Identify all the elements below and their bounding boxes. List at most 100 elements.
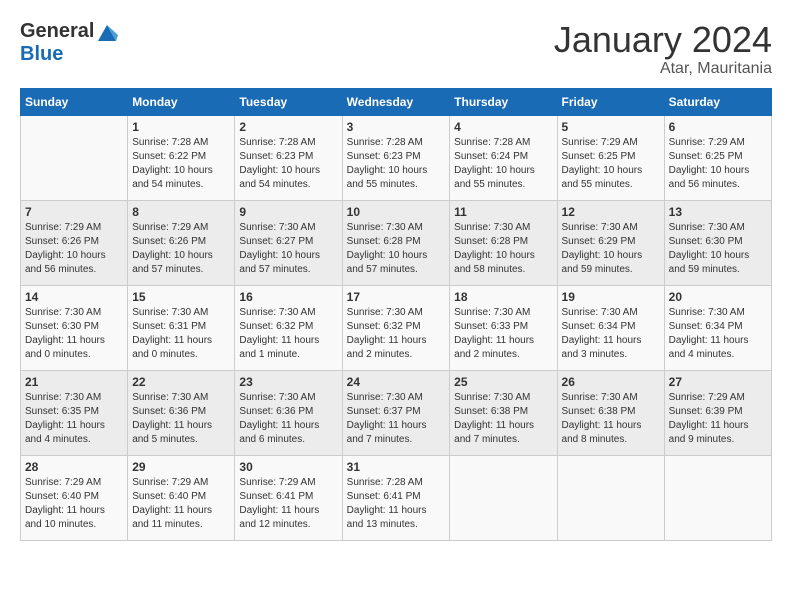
day-number: 5 — [562, 120, 660, 134]
day-number: 8 — [132, 205, 230, 219]
calendar-cell — [557, 455, 664, 540]
calendar-cell: 31 Sunrise: 7:28 AM Sunset: 6:41 PM Dayli… — [342, 455, 450, 540]
title-area: January 2024 Atar, Mauritania — [554, 20, 772, 78]
day-header-saturday: Saturday — [664, 88, 771, 115]
day-info: Sunrise: 7:30 AM Sunset: 6:29 PM Dayligh… — [562, 221, 660, 277]
day-info: Sunrise: 7:30 AM Sunset: 6:34 PM Dayligh… — [562, 306, 660, 362]
day-header-thursday: Thursday — [450, 88, 557, 115]
calendar-cell: 6 Sunrise: 7:29 AM Sunset: 6:25 PM Daylig… — [664, 115, 771, 200]
calendar-cell: 14 Sunrise: 7:30 AM Sunset: 6:30 PM Dayli… — [21, 285, 128, 370]
day-info: Sunrise: 7:30 AM Sunset: 6:30 PM Dayligh… — [25, 306, 123, 362]
calendar-cell: 15 Sunrise: 7:30 AM Sunset: 6:31 PM Dayli… — [128, 285, 235, 370]
day-info: Sunrise: 7:30 AM Sunset: 6:30 PM Dayligh… — [669, 221, 767, 277]
day-info: Sunrise: 7:30 AM Sunset: 6:34 PM Dayligh… — [669, 306, 767, 362]
calendar-cell: 2 Sunrise: 7:28 AM Sunset: 6:23 PM Daylig… — [235, 115, 342, 200]
day-info: Sunrise: 7:30 AM Sunset: 6:32 PM Dayligh… — [347, 306, 446, 362]
day-info: Sunrise: 7:30 AM Sunset: 6:37 PM Dayligh… — [347, 391, 446, 447]
day-info: Sunrise: 7:30 AM Sunset: 6:36 PM Dayligh… — [132, 391, 230, 447]
calendar-cell — [450, 455, 557, 540]
calendar-week-row: 14 Sunrise: 7:30 AM Sunset: 6:30 PM Dayli… — [21, 285, 772, 370]
day-header-friday: Friday — [557, 88, 664, 115]
day-number: 30 — [239, 460, 337, 474]
calendar-cell: 1Sunrise: 7:28 AM Sunset: 6:22 PM Daylig… — [128, 115, 235, 200]
day-number: 19 — [562, 290, 660, 304]
day-header-monday: Monday — [128, 88, 235, 115]
calendar-cell: 3Sunrise: 7:28 AM Sunset: 6:23 PM Daylig… — [342, 115, 450, 200]
calendar-cell: 11 Sunrise: 7:30 AM Sunset: 6:28 PM Dayli… — [450, 200, 557, 285]
month-title: January 2024 — [554, 20, 772, 60]
calendar-cell: 20 Sunrise: 7:30 AM Sunset: 6:34 PM Dayli… — [664, 285, 771, 370]
calendar-cell: 22 Sunrise: 7:30 AM Sunset: 6:36 PM Dayli… — [128, 370, 235, 455]
calendar-week-row: 7Sunrise: 7:29 AM Sunset: 6:26 PM Daylig… — [21, 200, 772, 285]
day-info: Sunrise: 7:30 AM Sunset: 6:33 PM Dayligh… — [454, 306, 552, 362]
day-number: 23 — [239, 375, 337, 389]
calendar-cell: 17 Sunrise: 7:30 AM Sunset: 6:32 PM Dayli… — [342, 285, 450, 370]
day-info: Sunrise: 7:28 AM Sunset: 6:24 PM Dayligh… — [454, 136, 552, 192]
logo-icon — [96, 21, 118, 43]
day-info: Sunrise: 7:30 AM Sunset: 6:36 PM Dayligh… — [239, 391, 337, 447]
calendar-cell: 28 Sunrise: 7:29 AM Sunset: 6:40 PM Dayli… — [21, 455, 128, 540]
day-info: Sunrise: 7:30 AM Sunset: 6:28 PM Dayligh… — [454, 221, 552, 277]
day-info: Sunrise: 7:30 AM Sunset: 6:28 PM Dayligh… — [347, 221, 446, 277]
day-number: 10 — [347, 205, 446, 219]
calendar-cell: 24 Sunrise: 7:30 AM Sunset: 6:37 PM Dayli… — [342, 370, 450, 455]
calendar-cell: 23 Sunrise: 7:30 AM Sunset: 6:36 PM Dayli… — [235, 370, 342, 455]
day-number: 17 — [347, 290, 446, 304]
day-info: Sunrise: 7:28 AM Sunset: 6:41 PM Dayligh… — [347, 476, 446, 532]
day-info: Sunrise: 7:29 AM Sunset: 6:26 PM Dayligh… — [25, 221, 123, 277]
day-number: 15 — [132, 290, 230, 304]
logo-general-text: General — [20, 20, 94, 43]
day-number: 12 — [562, 205, 660, 219]
calendar-cell: 27Sunrise: 7:29 AM Sunset: 6:39 PM Dayli… — [664, 370, 771, 455]
day-header-wednesday: Wednesday — [342, 88, 450, 115]
day-info: Sunrise: 7:29 AM Sunset: 6:25 PM Dayligh… — [669, 136, 767, 192]
day-header-sunday: Sunday — [21, 88, 128, 115]
calendar-cell: 10 Sunrise: 7:30 AM Sunset: 6:28 PM Dayli… — [342, 200, 450, 285]
day-number: 24 — [347, 375, 446, 389]
day-number: 31 — [347, 460, 446, 474]
day-info: Sunrise: 7:30 AM Sunset: 6:32 PM Dayligh… — [239, 306, 337, 362]
day-info: Sunrise: 7:30 AM Sunset: 6:38 PM Dayligh… — [562, 391, 660, 447]
day-number: 20 — [669, 290, 767, 304]
day-number: 14 — [25, 290, 123, 304]
calendar-week-row: 1Sunrise: 7:28 AM Sunset: 6:22 PM Daylig… — [21, 115, 772, 200]
day-number: 27 — [669, 375, 767, 389]
calendar-cell: 16 Sunrise: 7:30 AM Sunset: 6:32 PM Dayli… — [235, 285, 342, 370]
calendar-cell: 19 Sunrise: 7:30 AM Sunset: 6:34 PM Dayli… — [557, 285, 664, 370]
calendar-week-row: 28 Sunrise: 7:29 AM Sunset: 6:40 PM Dayli… — [21, 455, 772, 540]
day-info: Sunrise: 7:30 AM Sunset: 6:31 PM Dayligh… — [132, 306, 230, 362]
day-number: 2 — [239, 120, 337, 134]
calendar-cell: 29 Sunrise: 7:29 AM Sunset: 6:40 PM Dayli… — [128, 455, 235, 540]
calendar-cell: 4 Sunrise: 7:28 AM Sunset: 6:24 PM Daylig… — [450, 115, 557, 200]
calendar-cell: 7Sunrise: 7:29 AM Sunset: 6:26 PM Daylig… — [21, 200, 128, 285]
calendar-cell: 21 Sunrise: 7:30 AM Sunset: 6:35 PM Dayli… — [21, 370, 128, 455]
calendar-body: 1Sunrise: 7:28 AM Sunset: 6:22 PM Daylig… — [21, 115, 772, 540]
calendar-cell: 26Sunrise: 7:30 AM Sunset: 6:38 PM Dayli… — [557, 370, 664, 455]
day-number: 21 — [25, 375, 123, 389]
calendar-cell: 8Sunrise: 7:29 AM Sunset: 6:26 PM Daylig… — [128, 200, 235, 285]
calendar-cell: 13 Sunrise: 7:30 AM Sunset: 6:30 PM Dayli… — [664, 200, 771, 285]
day-number: 29 — [132, 460, 230, 474]
day-info: Sunrise: 7:29 AM Sunset: 6:40 PM Dayligh… — [132, 476, 230, 532]
calendar-week-row: 21 Sunrise: 7:30 AM Sunset: 6:35 PM Dayli… — [21, 370, 772, 455]
day-info: Sunrise: 7:28 AM Sunset: 6:23 PM Dayligh… — [239, 136, 337, 192]
day-info: Sunrise: 7:29 AM Sunset: 6:25 PM Dayligh… — [562, 136, 660, 192]
logo: General Blue — [20, 20, 118, 66]
day-number: 4 — [454, 120, 552, 134]
day-number: 13 — [669, 205, 767, 219]
day-number: 18 — [454, 290, 552, 304]
day-number: 11 — [454, 205, 552, 219]
day-number: 28 — [25, 460, 123, 474]
calendar-cell: 9Sunrise: 7:30 AM Sunset: 6:27 PM Daylig… — [235, 200, 342, 285]
calendar-cell: 30Sunrise: 7:29 AM Sunset: 6:41 PM Dayli… — [235, 455, 342, 540]
day-number: 3 — [347, 120, 446, 134]
day-number: 16 — [239, 290, 337, 304]
day-number: 22 — [132, 375, 230, 389]
calendar-cell — [21, 115, 128, 200]
calendar-cell: 12 Sunrise: 7:30 AM Sunset: 6:29 PM Dayli… — [557, 200, 664, 285]
location-title: Atar, Mauritania — [554, 60, 772, 78]
day-info: Sunrise: 7:30 AM Sunset: 6:35 PM Dayligh… — [25, 391, 123, 447]
day-number: 6 — [669, 120, 767, 134]
day-info: Sunrise: 7:29 AM Sunset: 6:40 PM Dayligh… — [25, 476, 123, 532]
day-number: 25 — [454, 375, 552, 389]
